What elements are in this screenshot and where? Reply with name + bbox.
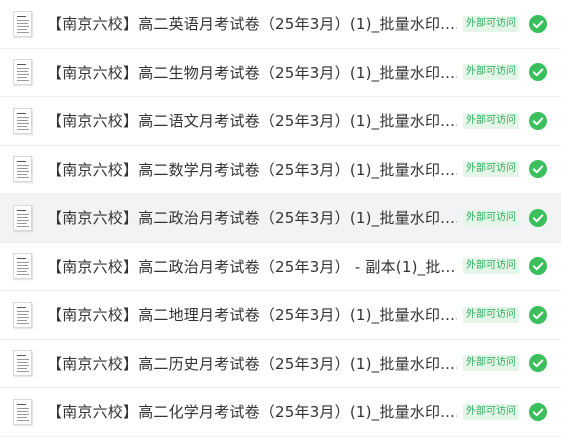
file-row[interactable]: 【南京六校】高二地理月考试卷（25年3月）(1)_批量水印.... 外部可访问 [0, 291, 561, 340]
access-badge: 外部可访问 [463, 161, 519, 178]
file-name[interactable]: 【南京六校】高二数学月考试卷（25年3月）(1)_批量水印.... [47, 159, 457, 180]
access-badge: 外部可访问 [463, 15, 519, 32]
access-badge: 外部可访问 [463, 258, 519, 275]
check-circle-icon [529, 305, 547, 324]
file-row-selected[interactable]: 【南京六校】高二政治月考试卷（25年3月）(1)_批量水印.... 外部可访问 [0, 194, 561, 243]
file-row[interactable]: 【南京六校】高二政治月考试卷（25年3月） - 副本(1)_批... 外部可访问 [0, 243, 561, 291]
file-name[interactable]: 【南京六校】高二英语月考试卷（25年3月）(1)_批量水印.... [47, 13, 457, 34]
access-badge: 外部可访问 [463, 64, 519, 81]
document-thumbnail-icon [13, 398, 32, 425]
document-thumbnail-icon [13, 10, 32, 37]
document-thumbnail-icon [13, 107, 32, 134]
file-row[interactable]: 【南京六校】高二化学月考试卷（25年3月）(1)_批量水印.... 外部可访问 [0, 388, 561, 437]
document-thumbnail-icon [13, 204, 32, 231]
document-thumbnail-icon [13, 59, 32, 86]
access-badge: 外部可访问 [463, 355, 519, 372]
document-thumbnail-icon [13, 253, 32, 280]
file-name[interactable]: 【南京六校】高二生物月考试卷（25年3月）(1)_批量水印.... [47, 62, 457, 83]
file-name[interactable]: 【南京六校】高二语文月考试卷（25年3月）(1)_批量水印.... [47, 110, 457, 131]
file-name[interactable]: 【南京六校】高二化学月考试卷（25年3月）(1)_批量水印.... [47, 401, 457, 422]
check-circle-icon [529, 160, 547, 179]
file-row[interactable]: 【南京六校】高二数学月考试卷（25年3月）(1)_批量水印.... 外部可访问 [0, 146, 561, 194]
document-thumbnail-icon [13, 156, 32, 183]
file-row[interactable]: 【南京六校】高二语文月考试卷（25年3月）(1)_批量水印.... 外部可访问 [0, 97, 561, 146]
file-row[interactable]: 【南京六校】高二生物月考试卷（25年3月）(1)_批量水印.... 外部可访问 [0, 49, 561, 97]
check-circle-icon [529, 257, 547, 276]
file-row[interactable]: 【南京六校】高二英语月考试卷（25年3月）(1)_批量水印.... 外部可访问 [0, 0, 561, 49]
file-name[interactable]: 【南京六校】高二历史月考试卷（25年3月）(1)_批量水印.... [47, 353, 457, 374]
file-name[interactable]: 【南京六校】高二政治月考试卷（25年3月） - 副本(1)_批... [47, 256, 457, 277]
check-circle-icon [529, 354, 547, 373]
check-circle-icon [529, 111, 547, 130]
access-badge: 外部可访问 [463, 306, 519, 323]
file-list: 【南京六校】高二英语月考试卷（25年3月）(1)_批量水印.... 外部可访问 … [0, 0, 561, 437]
check-circle-icon [529, 402, 547, 421]
check-circle-icon [529, 14, 547, 33]
access-badge: 外部可访问 [463, 209, 519, 226]
document-thumbnail-icon [13, 301, 32, 328]
file-name[interactable]: 【南京六校】高二地理月考试卷（25年3月）(1)_批量水印.... [47, 304, 457, 325]
file-name[interactable]: 【南京六校】高二政治月考试卷（25年3月）(1)_批量水印.... [47, 207, 457, 228]
check-circle-icon [529, 63, 547, 82]
file-row[interactable]: 【南京六校】高二历史月考试卷（25年3月）(1)_批量水印.... 外部可访问 [0, 340, 561, 388]
check-circle-icon [529, 208, 547, 227]
access-badge: 外部可访问 [463, 403, 519, 420]
access-badge: 外部可访问 [463, 112, 519, 129]
document-thumbnail-icon [13, 350, 32, 377]
